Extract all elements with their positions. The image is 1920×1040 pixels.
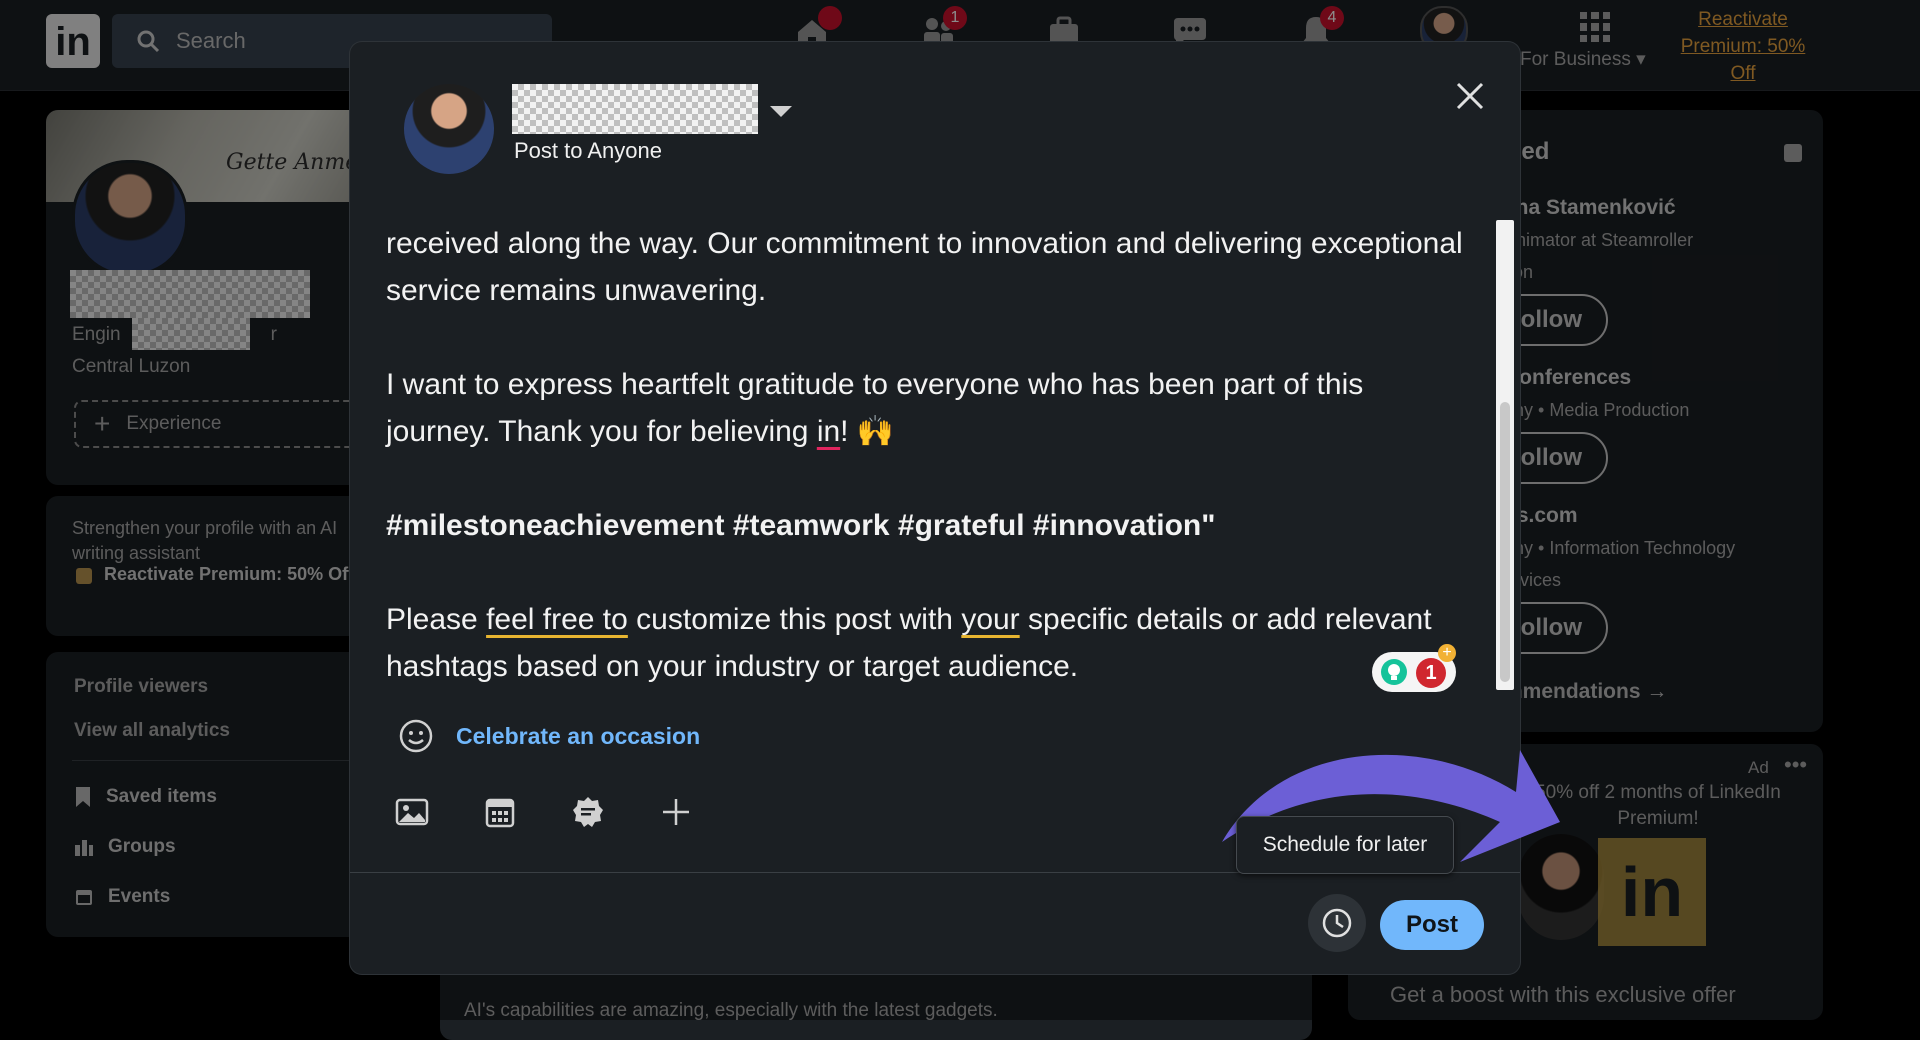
clock-icon — [1322, 908, 1352, 938]
blurred-author-name[interactable] — [512, 84, 758, 134]
image-icon[interactable] — [394, 794, 430, 830]
close-icon[interactable] — [1450, 76, 1490, 116]
grammar-suggestion-1[interactable]: feel free to — [486, 603, 628, 636]
post-toolbar — [394, 794, 694, 830]
post-paragraph-2: I want to express heartfelt gratitude to… — [386, 361, 1466, 455]
plus-icon[interactable] — [658, 794, 694, 830]
post-paragraph-4: Please feel free to customize this post … — [386, 596, 1466, 690]
p2-end: ! 🙌 — [840, 415, 895, 448]
p4-mid: customize this post with — [627, 603, 962, 636]
scrollbar-thumb[interactable] — [1500, 402, 1510, 682]
p4-start: Please — [386, 603, 487, 636]
create-post-modal: Post to Anyone received along the way. O… — [350, 42, 1560, 974]
post-visibility[interactable]: Post to Anyone — [514, 138, 662, 164]
celebrate-occasion-button[interactable]: Celebrate an occasion — [398, 718, 700, 754]
schedule-button[interactable] — [1308, 894, 1366, 952]
post-hashtags: #milestoneachievement #teamwork #gratefu… — [386, 509, 1216, 542]
chevron-down-icon[interactable] — [770, 106, 792, 117]
celebrate-label: Celebrate an occasion — [456, 722, 701, 749]
schedule-tooltip: Schedule for later — [1236, 816, 1454, 874]
post-button[interactable]: Post — [1380, 900, 1484, 950]
event-calendar-icon[interactable] — [482, 794, 518, 830]
smiley-icon — [399, 719, 433, 753]
lightbulb-icon — [1381, 659, 1407, 685]
grammarly-widget[interactable]: 1 + — [1372, 644, 1456, 692]
grammar-suggestion-2[interactable]: your — [961, 603, 1019, 636]
author-avatar — [404, 84, 494, 174]
plus-icon: + — [1438, 644, 1456, 662]
post-paragraph-1: received along the way. Our commitment t… — [386, 227, 1463, 307]
grammarly-count: 1 — [1416, 658, 1446, 688]
spellcheck-word[interactable]: in — [817, 415, 840, 448]
celebrate-badge-icon[interactable] — [570, 794, 606, 830]
post-editor[interactable]: received along the way. Our commitment t… — [386, 220, 1466, 737]
